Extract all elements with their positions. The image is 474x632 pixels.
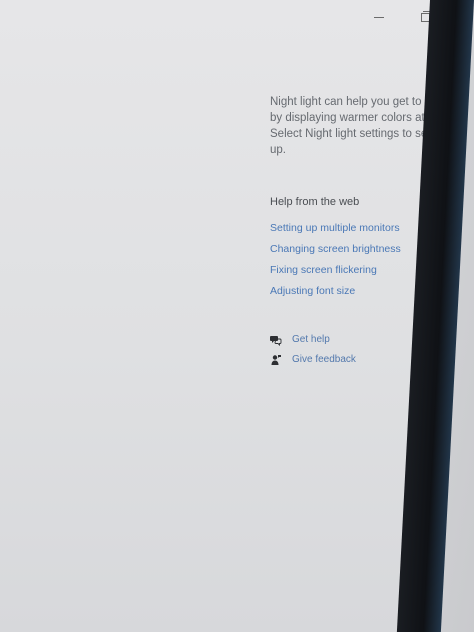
feedback-person-icon [270,354,282,366]
minimize-icon [374,16,384,18]
minimize-button[interactable] [372,10,386,24]
screen: Night light can help you get to sleep by… [0,0,474,632]
give-feedback-label: Give feedback [292,354,356,365]
chat-help-icon [270,334,282,346]
get-help-label: Get help [292,334,330,345]
window-controls [372,10,432,24]
settings-window: Night light can help you get to sleep by… [0,0,464,632]
